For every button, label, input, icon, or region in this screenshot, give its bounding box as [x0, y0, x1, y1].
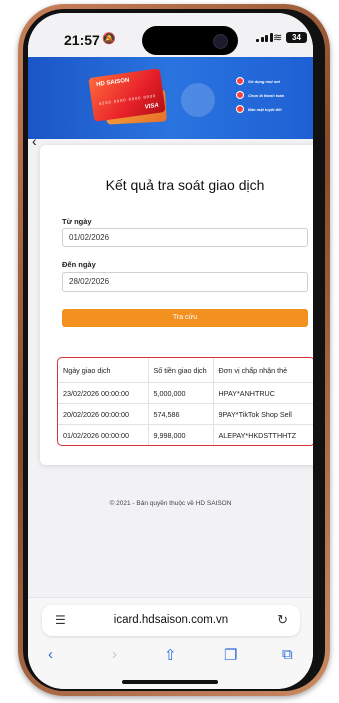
back-icon[interactable]: ‹: [48, 646, 53, 663]
dynamic-island: [142, 26, 238, 55]
from-date-label: Từ ngày: [62, 217, 92, 226]
cell-merchant: ALEPAY*HKDSTTHHTZ: [213, 424, 313, 445]
camera-icon: [213, 34, 228, 49]
banner-bullet-text: Chọn là thanh toán: [248, 92, 285, 98]
cell-amount: 574,586: [148, 403, 214, 425]
url-text[interactable]: icard.hdsaison.com.vn: [42, 614, 300, 626]
share-icon[interactable]: ⇧: [164, 646, 177, 664]
wifi-icon: ≋: [273, 32, 283, 44]
page-title: Kết quả tra soát giao dịch: [105, 177, 265, 193]
shopping-cart-icon: [181, 83, 215, 117]
bullet-dot-icon: [236, 105, 244, 113]
banner-bullet: Chọn là thanh toán: [236, 91, 313, 99]
search-card: Kết quả tra soát giao dịch Từ ngày 01/02…: [40, 145, 313, 465]
reload-icon[interactable]: ↻: [277, 612, 288, 628]
banner-bullet: Sử dụng mọi nơi: [236, 77, 313, 85]
table-row: 23/02/2026 00:00:00 5,000,000 HPAY*ANHTR…: [58, 382, 313, 404]
home-indicator: [122, 680, 218, 684]
banner-bullet: Bảo mật tuyệt đối: [236, 105, 313, 113]
to-date-label: Đến ngày: [62, 260, 96, 269]
cell-date: 01/02/2026 00:00:00: [58, 424, 149, 445]
status-time: 21:57: [64, 32, 100, 48]
signal-icon: [256, 33, 273, 42]
header-merchant: Đơn vị chấp nhận thẻ: [213, 358, 313, 383]
do-not-disturb-icon: 🔕: [102, 33, 116, 45]
results-table[interactable]: Ngày giao dịch Số tiền giao dịch Đơn vị …: [57, 357, 313, 446]
table-row: 01/02/2026 00:00:00 9,998,000 ALEPAY*HKD…: [58, 424, 313, 445]
table-header-row: Ngày giao dịch Số tiền giao dịch Đơn vị …: [58, 358, 313, 383]
browser-bar: ☰ icard.hdsaison.com.vn ↻ ‹ › ⇧ ❐ ⧉: [28, 597, 313, 689]
search-button[interactable]: Tra cứu: [62, 309, 308, 327]
banner-bullets: Sử dụng mọi nơi Chọn là thanh toán Bảo m…: [236, 77, 313, 119]
card-brand: HD SAISON: [95, 77, 130, 89]
url-bar[interactable]: ☰ icard.hdsaison.com.vn ↻: [42, 605, 300, 636]
tabs-icon[interactable]: ⧉: [282, 646, 293, 663]
bullet-dot-icon: [236, 77, 244, 85]
bookmarks-icon[interactable]: ❐: [224, 646, 237, 664]
cell-amount: 9,998,000: [148, 424, 214, 445]
promo-banner: HD SAISON 4200 0000 0000 0000 VISA Sử dụ…: [28, 57, 313, 139]
footer-copyright: © 2021 - Bản quyền thuộc về HD SAISON: [109, 500, 232, 507]
cell-amount: 5,000,000: [148, 382, 214, 404]
visa-logo: VISA: [144, 102, 160, 111]
back-chevron-icon[interactable]: ‹: [32, 133, 37, 149]
header-amount: Số tiền giao dịch: [148, 358, 214, 383]
forward-icon[interactable]: ›: [112, 646, 117, 663]
cell-merchant: 9PAY*TikTok Shop Sell: [213, 403, 313, 425]
from-date-input[interactable]: 01/02/2026: [62, 228, 308, 247]
banner-bullet-text: Sử dụng mọi nơi: [248, 78, 280, 84]
cell-merchant: HPAY*ANHTRUC: [213, 382, 313, 404]
cell-date: 20/02/2026 00:00:00: [58, 403, 149, 425]
battery-icon: 34: [286, 32, 307, 43]
browser-toolbar: ‹ › ⇧ ❐ ⧉: [28, 642, 313, 672]
bullet-dot-icon: [236, 91, 244, 99]
banner-bullet-text: Bảo mật tuyệt đối: [248, 106, 282, 112]
to-date-input[interactable]: 28/02/2026: [62, 272, 308, 292]
cell-date: 23/02/2026 00:00:00: [58, 382, 149, 404]
status-bar: 21:57 🔕 ≋ 34: [28, 13, 313, 57]
table-row: 20/02/2026 00:00:00 574,586 9PAY*TikTok …: [58, 403, 313, 425]
main-content: Kết quả tra soát giao dịch Từ ngày 01/02…: [28, 139, 313, 609]
screen: 21:57 🔕 ≋ 34 HD SAISON 4200 0000 0000 00…: [28, 13, 313, 689]
header-date: Ngày giao dịch: [58, 358, 149, 383]
